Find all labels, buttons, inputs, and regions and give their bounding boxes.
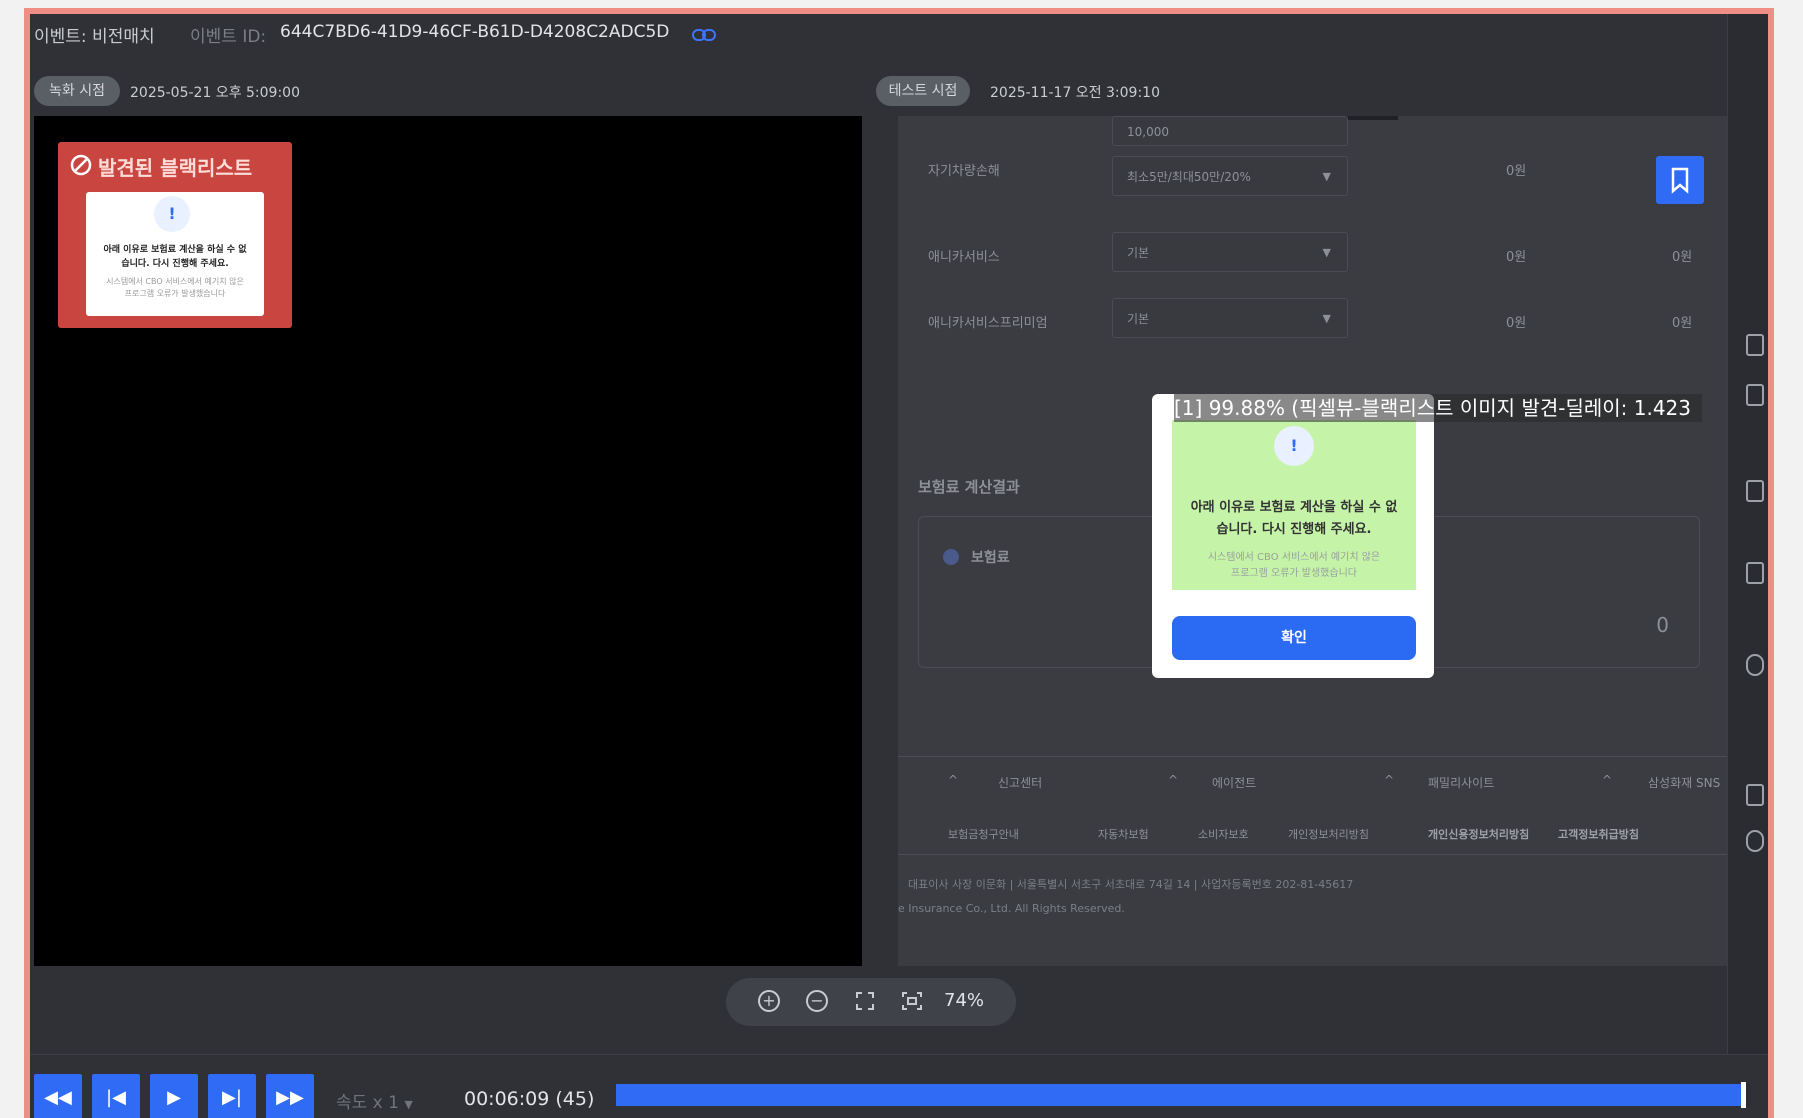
zoom-out-icon[interactable]: − (806, 990, 828, 1012)
footer-col-0[interactable]: 신고센터 (998, 774, 1042, 791)
step-back-button[interactable]: |◀ (92, 1074, 140, 1118)
alert-icon: ! (1274, 426, 1314, 466)
event-id-label: 이벤트 ID: (190, 27, 267, 47)
chevron-up-icon[interactable]: ^ (1384, 773, 1394, 787)
zoom-percent: 74% (944, 990, 985, 1011)
footer-col-3[interactable]: 삼성화재 SNS (1648, 774, 1720, 791)
chevron-up-icon[interactable]: ^ (1602, 773, 1612, 787)
chevron-down-icon: ▼ (1322, 312, 1331, 325)
paste-icon[interactable] (1746, 384, 1764, 406)
error-dialog: ! 아래 이유로 보험료 계산을 하실 수 없 습니다. 다시 진행해 주세요.… (1152, 394, 1434, 678)
row-field-1[interactable]: 기본 ▼ (1112, 232, 1348, 272)
recording-time-pill: 녹화 시점 (34, 76, 120, 106)
clipboard-icon[interactable] (1746, 480, 1764, 502)
footer-link-5[interactable]: 고객정보취급방침 (1558, 826, 1639, 842)
dialog-sub2: 프로그램 오류가 발생했습니다 (1231, 568, 1357, 579)
speed-select[interactable]: 속도 x 1 ▼ (336, 1088, 413, 1113)
result-item-icon (943, 549, 959, 565)
fit-screen-icon[interactable] (900, 990, 924, 1012)
row-field-1-value: 기본 (1127, 246, 1150, 260)
blacklist-card: 발견된 블랙리스트 ! 아래 이유로 보험료 계산을 하실 수 없 습니다. 다… (58, 142, 292, 328)
chevron-down-icon: ▼ (1322, 170, 1331, 183)
footer-link-4[interactable]: 개인신용정보처리방침 (1428, 826, 1529, 842)
chevron-up-icon[interactable]: ^ (1168, 773, 1178, 787)
rewind-button[interactable]: ◀◀ (34, 1074, 82, 1118)
footer-link-0[interactable]: 보험금청구안내 (948, 826, 1019, 842)
testing-time-pill: 테스트 시점 (876, 76, 970, 106)
chat-icon[interactable] (1746, 562, 1764, 584)
row-label-1: 애니카서비스 (928, 250, 1000, 265)
blacklist-title: 발견된 블랙리스트 (98, 156, 253, 180)
footer-copyright: e Insurance Co., Ltd. All Rights Reserve… (898, 902, 1125, 915)
phone-icon[interactable] (1746, 784, 1764, 806)
footer-address: 대표이사 사장 이문화 | 서울특별시 서초구 서초대로 74길 14 | 사업… (908, 878, 1354, 891)
match-result-label: [1] 99.88% (픽셀뷰-블랙리스트 이미지 발견-딜레이: 1.423 (1174, 394, 1702, 422)
progress-track[interactable] (616, 1082, 1750, 1108)
thumb-sub2: 프로그램 오류가 발생했습니다 (124, 289, 226, 298)
step-forward-button[interactable]: ▶| (208, 1074, 256, 1118)
recording-time: 2025-05-21 오후 5:09:00 (130, 85, 300, 101)
link-icon[interactable] (692, 26, 716, 41)
thumb-sub1: 시스템에서 CBO 서비스에서 예기치 않은 (106, 277, 244, 286)
footer-divider-2 (898, 854, 1738, 855)
filter-icon[interactable] (1746, 654, 1764, 676)
row-value-2a: 0원 (1506, 316, 1527, 331)
row-value-1a: 0원 (1506, 250, 1527, 265)
zoom-toolbar: + − 74% (726, 978, 1016, 1026)
chevron-down-icon: ▼ (1322, 246, 1331, 259)
fast-forward-button[interactable]: ▶▶ (266, 1074, 314, 1118)
ban-icon (70, 154, 92, 180)
alert-icon: ! (154, 196, 190, 232)
progress-fill (616, 1084, 1745, 1106)
chevron-up-icon[interactable]: ^ (948, 773, 958, 787)
footer-link-1[interactable]: 자동차보험 (1098, 826, 1149, 842)
progress-handle[interactable] (1741, 1082, 1747, 1108)
footer-link-2[interactable]: 소비자보호 (1198, 826, 1249, 842)
app-frame: 이벤트: 비전매치 이벤트 ID: 644C7BD6-41D9-46CF-B61… (24, 8, 1774, 1118)
play-button[interactable]: ▶ (150, 1074, 198, 1118)
dialog-line1: 아래 이유로 보험료 계산을 하실 수 없 (1190, 500, 1398, 515)
row-field-2-value: 기본 (1127, 312, 1150, 326)
blacklist-thumbnail: ! 아래 이유로 보험료 계산을 하실 수 없 습니다. 다시 진행해 주세요.… (86, 192, 264, 316)
event-type-label: 이벤트: 비전매치 (34, 27, 155, 47)
row-field-0-value: 최소5만/최대50만/20% (1127, 170, 1251, 184)
footer-divider (898, 756, 1738, 757)
match-highlight: ! 아래 이유로 보험료 계산을 하실 수 없 습니다. 다시 진행해 주세요.… (1172, 420, 1416, 590)
row-value-2b: 0원 (1672, 316, 1693, 331)
fullscreen-icon[interactable] (854, 990, 876, 1012)
chevron-down-icon: ▼ (404, 1098, 413, 1111)
row-field-0[interactable]: 최소5만/최대50만/20% ▼ (1112, 156, 1348, 196)
ban-icon[interactable] (1746, 830, 1764, 852)
right-toolbar (1727, 14, 1768, 1054)
speed-value: 속도 x 1 (336, 1093, 399, 1113)
row-field-2[interactable]: 기본 ▼ (1112, 298, 1348, 338)
recording-view: 발견된 블랙리스트 ! 아래 이유로 보험료 계산을 하실 수 없 습니다. 다… (34, 116, 862, 966)
player-divider (30, 1054, 1768, 1055)
amount-field[interactable]: 10,000 (1112, 116, 1348, 146)
thumb-line2: 습니다. 다시 진행해 주세요. (121, 259, 229, 269)
result-title: 보험료 계산결과 (918, 478, 1020, 496)
row-label-0: 자기차량손해 (928, 164, 1000, 179)
testing-time: 2025-11-17 오전 3:09:10 (990, 85, 1160, 101)
row-value-0: 0원 (1506, 164, 1527, 179)
dialog-line2: 습니다. 다시 진행해 주세요. (1216, 522, 1372, 537)
event-id: 644C7BD6-41D9-46CF-B61D-D4208C2ADC5D (280, 22, 670, 42)
copy-icon[interactable] (1746, 334, 1764, 356)
playback-time: 00:06:09 (45) (464, 1088, 595, 1110)
bookmark-button[interactable] (1656, 156, 1704, 204)
footer-col-2[interactable]: 패밀리사이트 (1428, 774, 1494, 791)
thumb-line1: 아래 이유로 보험료 계산을 하실 수 없 (103, 245, 247, 255)
result-item: 보험료 (971, 550, 1010, 566)
dialog-sub1: 시스템에서 CBO 서비스에서 예기치 않은 (1207, 552, 1381, 563)
bookmark-icon (1671, 167, 1689, 194)
result-value: 0 (1656, 613, 1669, 637)
zoom-in-icon[interactable]: + (758, 990, 780, 1012)
confirm-button[interactable]: 확인 (1172, 616, 1416, 660)
row-value-1b: 0원 (1672, 250, 1693, 265)
footer-link-3[interactable]: 개인정보처리방침 (1288, 826, 1369, 842)
footer-col-1[interactable]: 에이전트 (1212, 774, 1256, 791)
row-label-2: 애니카서비스프리미엄 (928, 316, 1048, 331)
